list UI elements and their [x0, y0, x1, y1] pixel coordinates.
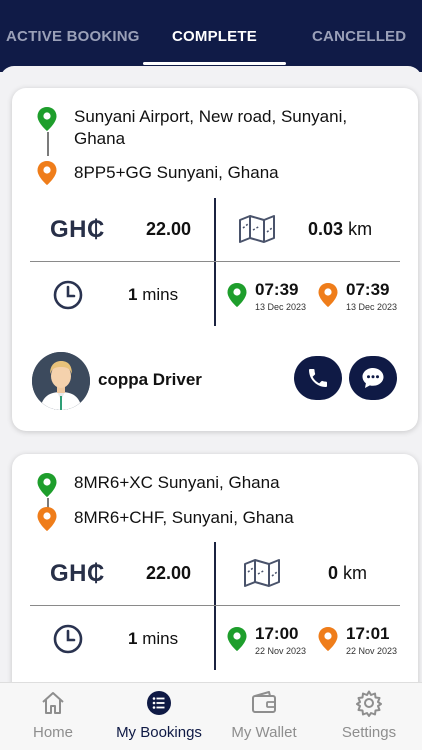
duration-unit: mins — [142, 285, 179, 304]
duration: 1 mins — [128, 629, 178, 649]
tab-cancelled[interactable]: CANCELLED — [312, 28, 406, 45]
home-icon — [42, 692, 64, 714]
end-date: 13 Dec 2023 — [346, 302, 398, 312]
pickup-pin-icon — [37, 473, 57, 497]
driver-name: coppa Driver — [98, 370, 202, 389]
active-tab-indicator — [143, 62, 286, 65]
bookings-list[interactable]: Sunyani Airport, New road, Sunyani, Ghan… — [0, 66, 422, 686]
booking-card[interactable]: Sunyani Airport, New road, Sunyani, Ghan… — [12, 88, 418, 431]
end-pin-icon — [318, 283, 338, 307]
start-date: 13 Dec 2023 — [255, 302, 307, 312]
end-time: 17:01 — [346, 624, 390, 643]
currency-label: GH₵ — [50, 216, 105, 243]
phone-icon — [309, 369, 327, 387]
chat-icon — [362, 368, 384, 388]
booking-card[interactable]: 8MR6+XC Sunyani, Ghana 8MR6+CHF, Sunyani… — [12, 454, 418, 686]
map-icon — [239, 215, 275, 243]
grid-divider-horizontal — [30, 605, 400, 606]
distance-unit: km — [343, 563, 368, 583]
duration-unit: mins — [142, 629, 179, 648]
fare-value: 22.00 — [146, 563, 192, 583]
nav-my-wallet[interactable]: My Wallet — [212, 683, 316, 750]
distance-unit: km — [348, 219, 373, 239]
wallet-icon — [252, 691, 276, 713]
clock-icon — [53, 624, 83, 654]
nav-my-wallet-label: My Wallet — [231, 724, 297, 741]
nav-my-bookings[interactable]: My Bookings — [106, 683, 212, 750]
end-date: 22 Nov 2023 — [346, 646, 398, 656]
route-connector — [47, 132, 49, 156]
grid-divider-horizontal — [30, 261, 400, 262]
message-driver-button[interactable] — [349, 356, 397, 400]
pickup-pin-icon — [37, 107, 57, 131]
end-pin-icon — [318, 627, 338, 651]
start-time: 17:00 — [255, 624, 299, 643]
duration: 1 mins — [128, 285, 178, 305]
list-icon — [147, 691, 171, 715]
distance: 0 km — [328, 563, 367, 584]
nav-my-bookings-label: My Bookings — [116, 724, 202, 741]
gear-icon — [356, 690, 382, 717]
call-driver-button[interactable] — [294, 356, 342, 400]
distance: 0.03 km — [308, 219, 372, 240]
pickup-address: 8MR6+XC Sunyani, Ghana — [74, 473, 280, 492]
duration-value: 1 — [128, 629, 138, 648]
distance-value: 0.03 — [308, 219, 344, 239]
tab-active-booking[interactable]: ACTIVE BOOKING — [6, 28, 140, 45]
start-pin-icon — [227, 627, 247, 651]
fare-value: 22.00 — [146, 219, 192, 239]
bottom-navigation: Home My Bookings My Wallet Settings — [0, 682, 422, 750]
clock-icon — [53, 280, 83, 310]
currency-label: GH₵ — [50, 560, 105, 587]
pickup-address: Sunyani Airport, New road, Sunyani, Ghan… — [74, 107, 348, 148]
nav-settings-label: Settings — [341, 724, 397, 741]
dropoff-pin-icon — [37, 161, 57, 185]
map-icon — [244, 559, 280, 587]
duration-value: 1 — [128, 285, 138, 304]
avatar — [32, 352, 90, 410]
grid-divider-vertical — [214, 198, 216, 326]
dropoff-address: 8PP5+GG Sunyani, Ghana — [74, 163, 279, 182]
nav-home-label: Home — [32, 724, 73, 741]
driver-avatar-icon — [32, 352, 90, 410]
dropoff-pin-icon — [37, 507, 57, 531]
distance-value: 0 — [328, 563, 339, 583]
start-pin-icon — [227, 283, 247, 307]
nav-settings[interactable]: Settings — [316, 683, 422, 750]
top-tab-bar: ACTIVE BOOKING COMPLETE CANCELLED — [0, 0, 422, 72]
end-time: 07:39 — [346, 280, 390, 299]
grid-divider-vertical — [214, 542, 216, 670]
tab-complete[interactable]: COMPLETE — [172, 28, 257, 45]
nav-home[interactable]: Home — [0, 683, 106, 750]
start-time: 07:39 — [255, 280, 299, 299]
dropoff-address: 8MR6+CHF, Sunyani, Ghana — [74, 508, 294, 527]
start-date: 22 Nov 2023 — [255, 646, 307, 656]
